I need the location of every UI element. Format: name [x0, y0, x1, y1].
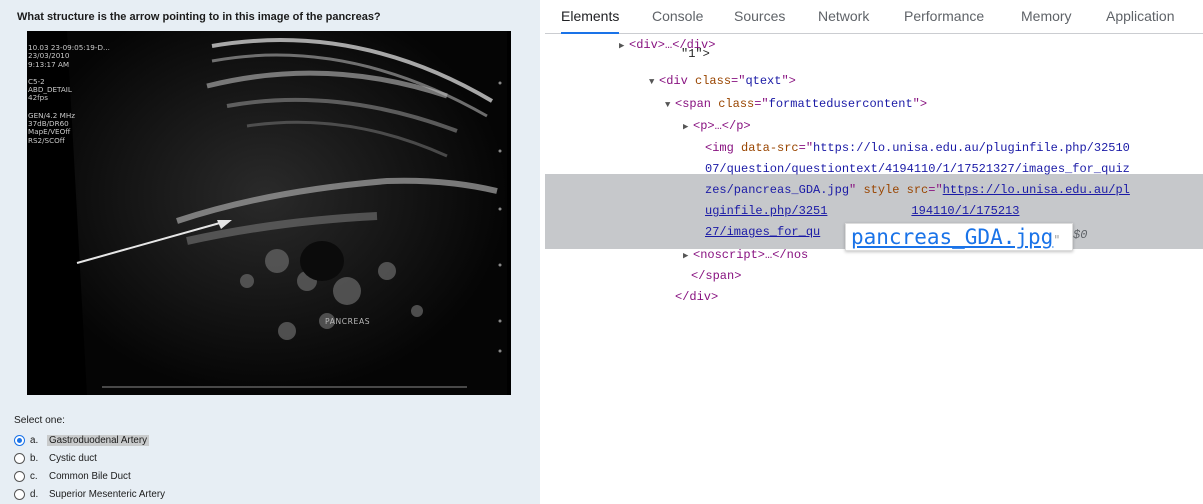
collapse-triangle-icon[interactable]: ▼: [665, 96, 675, 114]
dom-div-close: </div>: [675, 290, 719, 304]
option-letter: d.: [30, 488, 39, 500]
attr-value: zes/pancreas_GDA.jpg: [705, 183, 850, 197]
collapse-triangle-icon[interactable]: ▼: [649, 73, 659, 91]
devtools-tab-bar: Elements Console Sources Network Perform…: [545, 0, 1203, 34]
tab-network[interactable]: Network: [818, 0, 869, 34]
answer-option-c[interactable]: c. Common Bile Duct: [14, 468, 131, 484]
dom-node-div-qtext[interactable]: ▼ <div class="qtext">: [649, 72, 796, 90]
dom-node-img-line2: 07/question/questiontext/4194110/1/17521…: [705, 160, 1130, 178]
option-letter: b.: [30, 452, 39, 464]
tab-application[interactable]: Application: [1106, 0, 1175, 34]
overlay-line: 42fps: [28, 93, 48, 103]
dom-node-p[interactable]: ▶ <p>…</p>: [683, 117, 751, 135]
answer-option-b[interactable]: b. Cystic duct: [14, 450, 97, 466]
option-label: Cystic duct: [49, 452, 97, 464]
option-label: Superior Mesenteric Artery: [49, 488, 165, 500]
dom-text: <p>…</p>: [693, 119, 751, 133]
overlay-line: RS2/SCOff: [28, 135, 65, 145]
radio-checked-icon[interactable]: [14, 434, 25, 446]
overlay-line: 9:13:17 AM: [28, 59, 70, 69]
src-link[interactable]: https://lo.unisa.edu.au/pl: [943, 183, 1130, 197]
expand-triangle-icon[interactable]: ▶: [683, 247, 693, 265]
dom-node-img-line3: zes/pancreas_GDA.jpg" style src="https:/…: [705, 183, 1130, 197]
option-letter: c.: [30, 470, 38, 482]
tag-name: div: [666, 74, 688, 88]
tab-memory[interactable]: Memory: [1021, 0, 1072, 34]
select-prompt: Select one:: [14, 415, 65, 426]
quiz-panel: What structure is the arrow pointing to …: [0, 0, 540, 504]
attr-value: qtext: [745, 74, 782, 88]
dom-node-img-line1[interactable]: <img data-src="https://lo.unisa.edu.au/p…: [705, 139, 1130, 157]
answer-option-a[interactable]: a. Gastroduodenal Artery: [14, 432, 150, 448]
selected-node-ref: $0: [1073, 228, 1088, 242]
option-label: Gastroduodenal Artery: [47, 434, 150, 446]
dom-node-noscript[interactable]: ▶ <noscript>…</nos: [683, 246, 808, 264]
tab-performance[interactable]: Performance: [904, 0, 984, 34]
image-preview-tooltip: pancreas_GDA.jpg": [845, 223, 1073, 251]
option-label: Common Bile Duct: [49, 470, 131, 482]
tag-name: span: [682, 97, 712, 111]
dom-node-img-line5: 27/images_for_qu: [705, 223, 820, 241]
attr-value: 07/question/questiontext/4194110/1/17521…: [705, 162, 1130, 176]
expand-triangle-icon[interactable]: ▶: [619, 37, 629, 55]
question-text: What structure is the arrow pointing to …: [17, 11, 381, 23]
radio-icon[interactable]: [14, 470, 25, 482]
src-link[interactable]: uginfile.php/3251: [705, 204, 827, 218]
answer-option-d[interactable]: d. Superior Mesenteric Artery: [14, 486, 165, 502]
devtools-panel: Elements Console Sources Network Perform…: [545, 0, 1203, 504]
tab-elements[interactable]: Elements: [561, 0, 620, 34]
tooltip-filename: pancreas_GDA.jpg: [851, 225, 1054, 249]
src-link[interactable]: 194110/1/175213: [911, 204, 1019, 218]
ultrasound-metadata: 10.03 23-09:05:19-D... 23/03/2010 9:13:1…: [28, 43, 110, 145]
tab-console[interactable]: Console: [652, 0, 703, 34]
pancreas-label: PANCREAS: [325, 317, 371, 326]
radio-icon[interactable]: [14, 488, 25, 500]
dom-node-span[interactable]: ▼ <span class="formattedusercontent">: [665, 95, 927, 113]
dom-span-close: </span>: [691, 269, 742, 283]
tab-sources[interactable]: Sources: [734, 0, 785, 34]
radio-icon[interactable]: [14, 452, 25, 464]
dom-partial-text: "1">: [681, 47, 710, 61]
dom-node-img-line4: uginfile.php/3251 194110/1/175213: [705, 202, 1019, 220]
attr-value: https://lo.unisa.edu.au/pluginfile.php/3…: [813, 141, 1130, 155]
ultrasound-image: 10.03 23-09:05:19-D... 23/03/2010 9:13:1…: [27, 31, 511, 395]
dom-tree: ▶ <div>…</div> "1"> ▼ <div class="qtext"> …: [545, 36, 1203, 504]
src-link[interactable]: 27/images_for_qu: [705, 225, 820, 239]
attr-value: formattedusercontent: [768, 97, 913, 111]
expand-triangle-icon[interactable]: ▶: [683, 118, 693, 136]
dom-text: <noscript>…</nos: [693, 248, 809, 262]
